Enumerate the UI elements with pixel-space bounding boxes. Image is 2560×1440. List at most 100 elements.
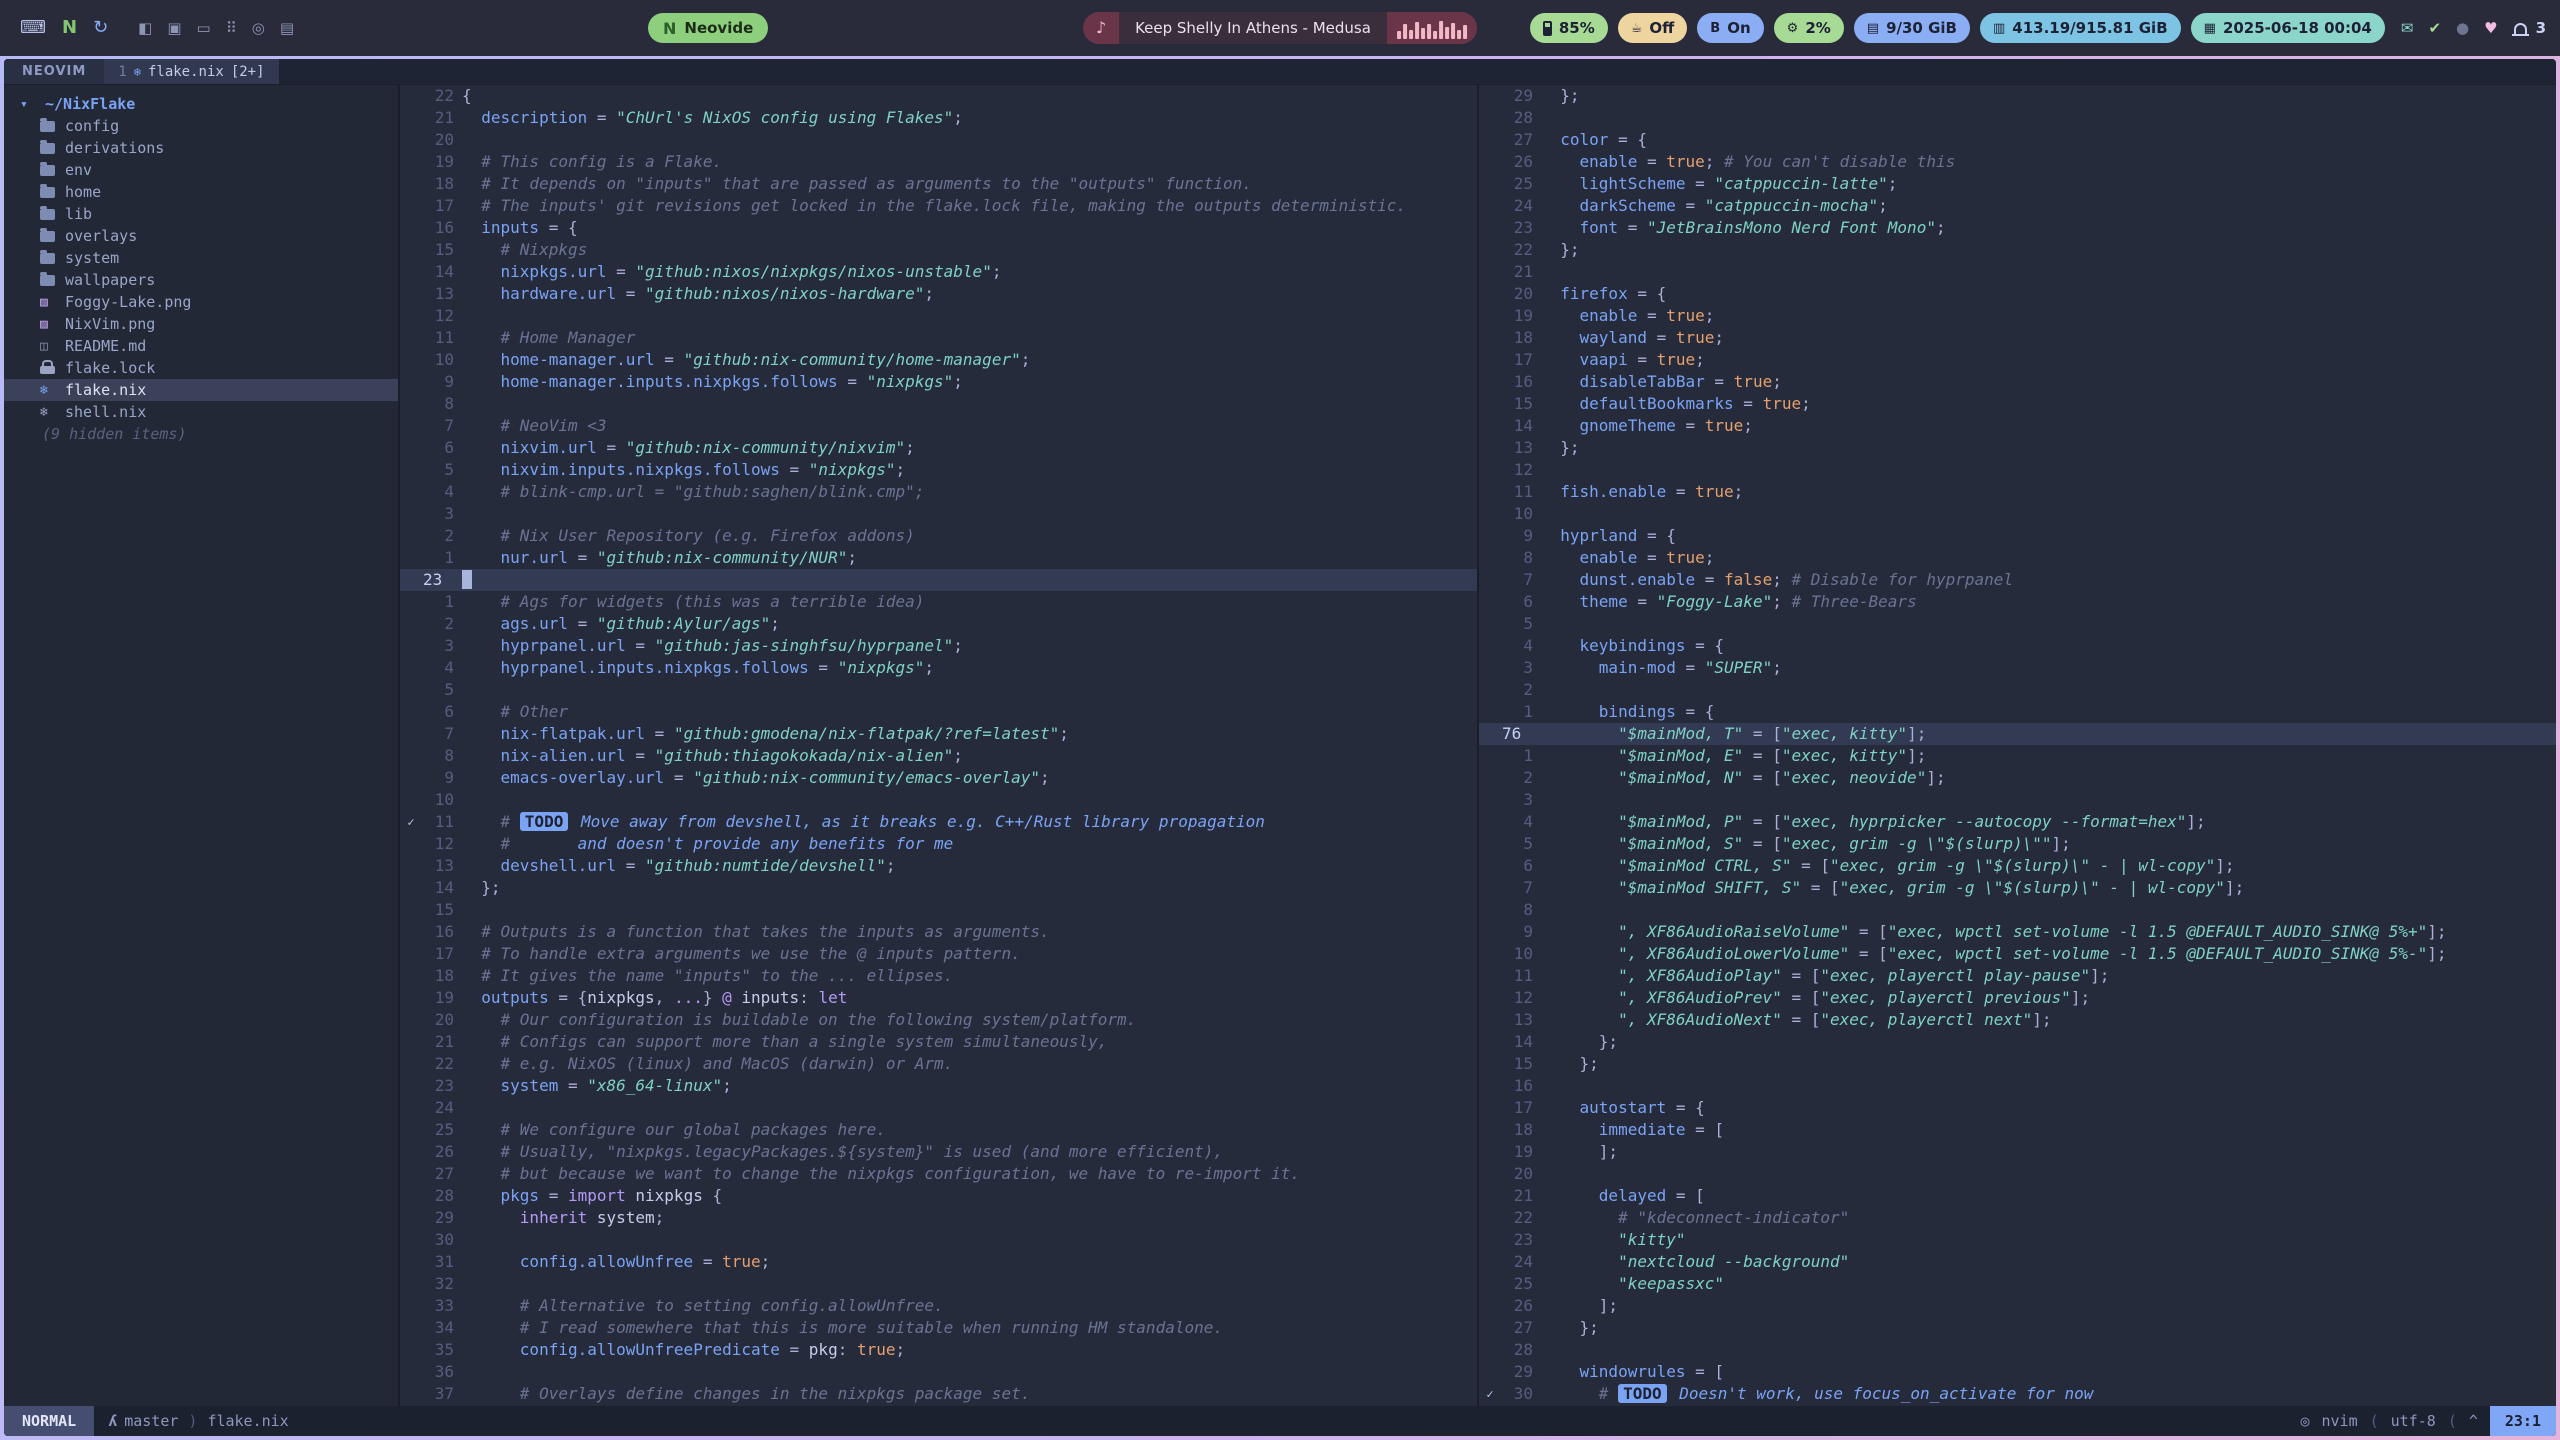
message-icon[interactable]: ✉: [2401, 21, 2414, 36]
code-line[interactable]: 35 config.allowUnfreePredicate = pkg: tr…: [400, 1339, 1477, 1361]
code-line[interactable]: 20 # Our configuration is buildable on t…: [400, 1009, 1477, 1031]
tree-item-home[interactable]: home: [4, 181, 398, 203]
code-line[interactable]: 18 wayland = true;: [1479, 327, 2556, 349]
code-line[interactable]: 19 ];: [1479, 1141, 2556, 1163]
neovim-icon[interactable]: N: [62, 19, 77, 37]
code-line[interactable]: 21 # Configs can support more than a sin…: [400, 1031, 1477, 1053]
code-line[interactable]: 3: [400, 503, 1477, 525]
code-line[interactable]: 26 # Usually, "nixpkgs.legacyPackages.${…: [400, 1141, 1477, 1163]
code-line[interactable]: 1 bindings = {: [1479, 701, 2556, 723]
code-line[interactable]: 28: [1479, 1339, 2556, 1361]
check-circle-icon[interactable]: ✔: [2428, 21, 2441, 36]
editor-pane-right[interactable]: 29 };2827 color = {26 enable = true; # Y…: [1477, 85, 2556, 1406]
code-line[interactable]: 8: [1479, 899, 2556, 921]
code-line[interactable]: 17 autostart = {: [1479, 1097, 2556, 1119]
code-line[interactable]: 30: [400, 1229, 1477, 1251]
files-tray-icon[interactable]: ▤: [280, 21, 294, 36]
code-line[interactable]: 9 hyprland = {: [1479, 525, 2556, 547]
code-line[interactable]: 6 theme = "Foggy-Lake"; # Three-Bears: [1479, 591, 2556, 613]
code-line[interactable]: 15 };: [1479, 1053, 2556, 1075]
code-line[interactable]: 32: [400, 1273, 1477, 1295]
code-line[interactable]: 3 main-mod = "SUPER";: [1479, 657, 2556, 679]
code-line[interactable]: 22 # e.g. NixOS (linux) and MacOS (darwi…: [400, 1053, 1477, 1075]
code-line[interactable]: 17 # The inputs' git revisions get locke…: [400, 195, 1477, 217]
code-line[interactable]: 27 # but because we want to change the n…: [400, 1163, 1477, 1185]
code-line[interactable]: 24: [400, 1097, 1477, 1119]
ram-pill[interactable]: ▤9/30 GiB: [1854, 13, 1970, 43]
code-line[interactable]: 17 # To handle extra arguments we use th…: [400, 943, 1477, 965]
code-line[interactable]: 14 };: [1479, 1031, 2556, 1053]
code-line[interactable]: 21: [1479, 261, 2556, 283]
code-line[interactable]: 13 ", XF86AudioNext" = ["exec, playerctl…: [1479, 1009, 2556, 1031]
code-line[interactable]: 3: [1479, 789, 2556, 811]
code-line[interactable]: 16 # Outputs is a function that takes th…: [400, 921, 1477, 943]
code-line[interactable]: 19 # This config is a Flake.: [400, 151, 1477, 173]
code-line[interactable]: 27 };: [1479, 1317, 2556, 1339]
editor-pane-left[interactable]: 22{21 description = "ChUrl's NixOS confi…: [400, 85, 1477, 1406]
code-line[interactable]: 28: [1479, 107, 2556, 129]
code-line[interactable]: 20: [400, 129, 1477, 151]
code-line[interactable]: 29 windowrules = [: [1479, 1361, 2556, 1383]
tree-root-nixflake[interactable]: ▾~/NixFlake: [4, 93, 398, 115]
code-line[interactable]: 7 dunst.enable = false; # Disable for hy…: [1479, 569, 2556, 591]
code-line[interactable]: 10: [400, 789, 1477, 811]
code-line[interactable]: 15: [400, 899, 1477, 921]
code-line[interactable]: 3 hyprpanel.url = "github:jas-singhfsu/h…: [400, 635, 1477, 657]
code-line[interactable]: 12: [400, 305, 1477, 327]
code-line[interactable]: 11 fish.enable = true;: [1479, 481, 2556, 503]
code-line[interactable]: 14 nixpkgs.url = "github:nixos/nixpkgs/n…: [400, 261, 1477, 283]
code-line[interactable]: 2 "$mainMod, N" = ["exec, neovide"];: [1479, 767, 2556, 789]
code-line[interactable]: 14 gnomeTheme = true;: [1479, 415, 2556, 437]
code-line[interactable]: 21 description = "ChUrl's NixOS config u…: [400, 107, 1477, 129]
code-line[interactable]: 21 delayed = [: [1479, 1185, 2556, 1207]
code-line[interactable]: 23 font = "JetBrainsMono Nerd Font Mono"…: [1479, 217, 2556, 239]
code-line[interactable]: 8 enable = true;: [1479, 547, 2556, 569]
tree-item-flake-lock[interactable]: flake.lock: [4, 357, 398, 379]
code-line[interactable]: 6 "$mainMod CTRL, S" = ["exec, grim -g \…: [1479, 855, 2556, 877]
bluetooth-pill[interactable]: BOn: [1697, 13, 1763, 43]
code-line[interactable]: ✓11 # TODO Move away from devshell, as i…: [400, 811, 1477, 833]
code-line[interactable]: 11 # Home Manager: [400, 327, 1477, 349]
code-line[interactable]: 19 outputs = {nixpkgs, ...} @ inputs: le…: [400, 987, 1477, 1009]
code-line[interactable]: 20: [1479, 1163, 2556, 1185]
code-line[interactable]: 2 # Nix User Repository (e.g. Firefox ad…: [400, 525, 1477, 547]
code-line[interactable]: ✓30 # TODO Doesn't work, use focus_on_ac…: [1479, 1383, 2556, 1405]
tree-item-nixvim-png[interactable]: ▨NixVim.png: [4, 313, 398, 335]
code-line[interactable]: 6 nixvim.url = "github:nix-community/nix…: [400, 437, 1477, 459]
code-line[interactable]: 5 nixvim.inputs.nixpkgs.follows = "nixpk…: [400, 459, 1477, 481]
code-line[interactable]: 33 # Alternative to setting config.allow…: [400, 1295, 1477, 1317]
code-line[interactable]: 76 "$mainMod, T" = ["exec, kitty"];: [1479, 723, 2556, 745]
code-line[interactable]: 9 emacs-overlay.url = "github:nix-commun…: [400, 767, 1477, 789]
disk-pill[interactable]: ▥413.19/915.81 GiB: [1980, 13, 2181, 43]
code-line[interactable]: 26 enable = true; # You can't disable th…: [1479, 151, 2556, 173]
code-line[interactable]: 6 # Other: [400, 701, 1477, 723]
cpu-pill[interactable]: ⚙2%: [1774, 13, 1844, 43]
code-line[interactable]: 37 # Overlays define changes in the nixp…: [400, 1383, 1477, 1405]
code-line[interactable]: 15 defaultBookmarks = true;: [1479, 393, 2556, 415]
code-line[interactable]: 22 # "kdeconnect-indicator": [1479, 1207, 2556, 1229]
code-line[interactable]: 9 ", XF86AudioRaiseVolume" = ["exec, wpc…: [1479, 921, 2556, 943]
buffer-tab[interactable]: 1 ❄ flake.nix [2+]: [104, 59, 278, 84]
circle-tray-icon[interactable]: ◎: [252, 21, 265, 36]
code-line[interactable]: 24 darkScheme = "catppuccin-mocha";: [1479, 195, 2556, 217]
code-line[interactable]: 13 devshell.url = "github:numtide/devshe…: [400, 855, 1477, 877]
code-line[interactable]: 5: [400, 679, 1477, 701]
code-line[interactable]: 25 lightScheme = "catppuccin-latte";: [1479, 173, 2556, 195]
code-line[interactable]: 36: [400, 1361, 1477, 1383]
code-line[interactable]: 7 "$mainMod SHIFT, S" = ["exec, grim -g …: [1479, 877, 2556, 899]
tree-item-lib[interactable]: lib: [4, 203, 398, 225]
code-line[interactable]: 12 ", XF86AudioPrev" = ["exec, playerctl…: [1479, 987, 2556, 1009]
code-line[interactable]: 22 };: [1479, 239, 2556, 261]
code-line[interactable]: 25 # We configure our global packages he…: [400, 1119, 1477, 1141]
battery-pill[interactable]: 85%: [1530, 13, 1608, 43]
code-line[interactable]: 10 ", XF86AudioLowerVolume" = ["exec, wp…: [1479, 943, 2556, 965]
caffeine-pill[interactable]: ☕Off: [1618, 13, 1688, 43]
app-tray-icon[interactable]: ▣: [167, 21, 181, 36]
code-line[interactable]: 5 "$mainMod, S" = ["exec, grim -g \"$(sl…: [1479, 833, 2556, 855]
code-line[interactable]: 7 nix-flatpak.url = "github:gmodena/nix-…: [400, 723, 1477, 745]
grid-tray-icon[interactable]: ⠿: [226, 21, 237, 36]
code-line[interactable]: 18 immediate = [: [1479, 1119, 2556, 1141]
window-tray-icon[interactable]: ◧: [138, 21, 152, 36]
code-line[interactable]: 18 # It depends on "inputs" that are pas…: [400, 173, 1477, 195]
media-widget[interactable]: ♪ Keep Shelly In Athens - Medusa: [1083, 12, 1477, 44]
